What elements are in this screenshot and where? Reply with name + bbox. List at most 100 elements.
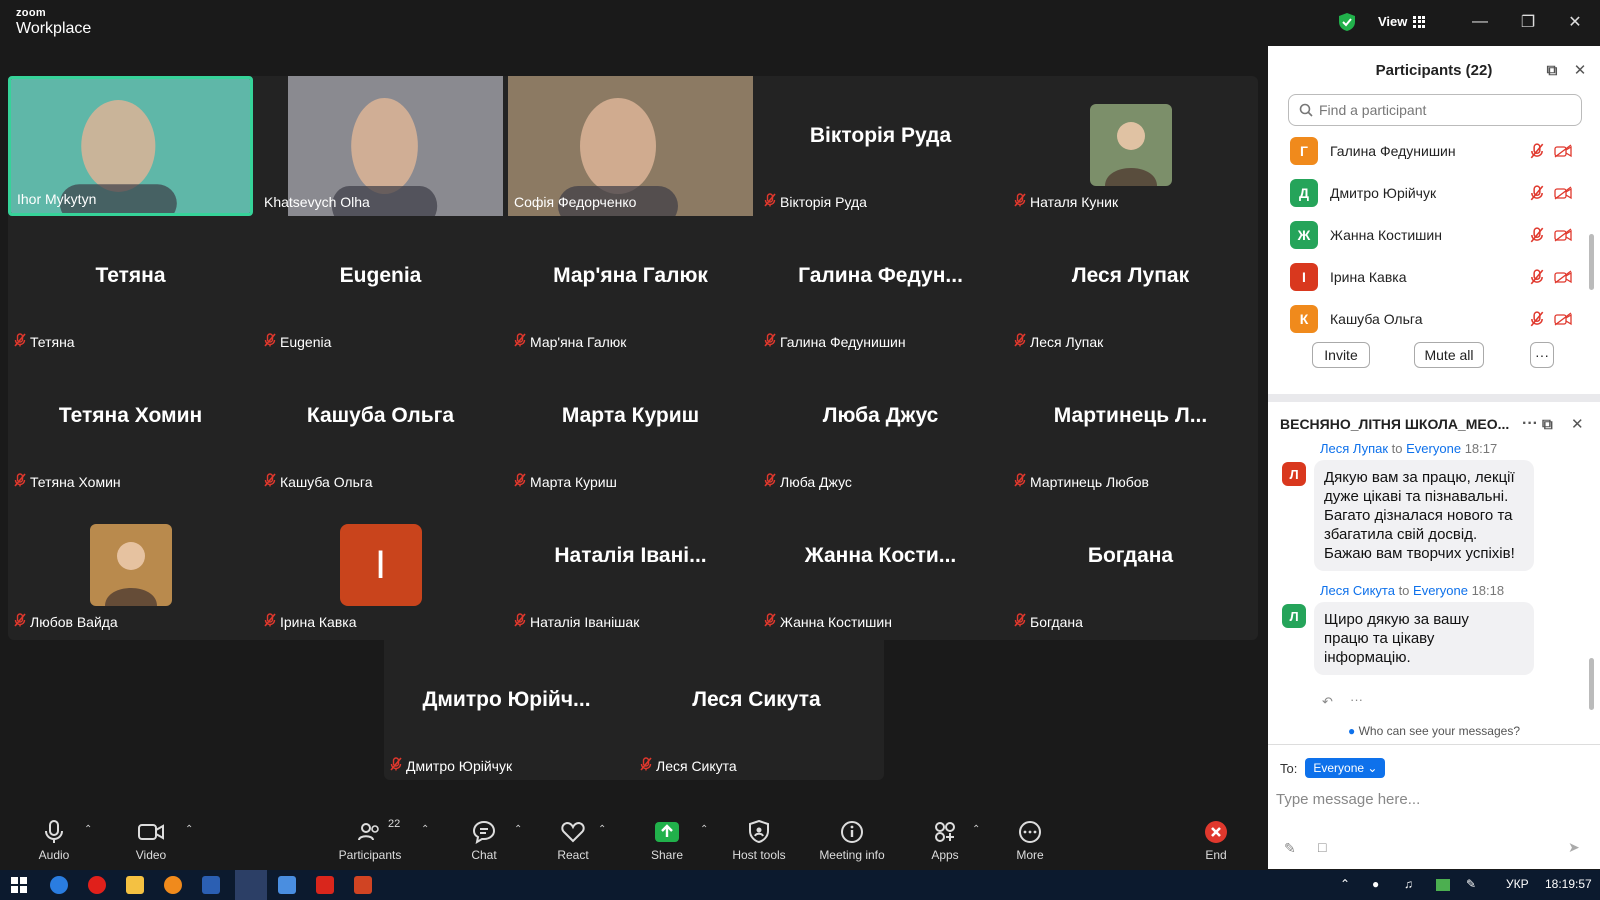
message-sender[interactable]: Леся Лупак	[1320, 441, 1388, 456]
security-shield-icon[interactable]	[1338, 12, 1356, 32]
close-window-icon[interactable]: ✕	[1563, 10, 1587, 34]
reply-icon[interactable]: ↶	[1322, 694, 1333, 710]
participant-tile[interactable]: Кашуба Ольга Кашуба Ольга	[258, 356, 503, 496]
chat-pop-out-icon[interactable]: ⧉	[1542, 416, 1553, 433]
participants-scrollbar[interactable]	[1589, 234, 1594, 290]
chat-divider	[1268, 744, 1600, 745]
opera-icon[interactable]	[88, 876, 106, 894]
participant-tile[interactable]: Дмитро Юрійч... Дмитро Юрійчук	[384, 640, 629, 780]
participant-name-label: Кашуба Ольга	[264, 473, 372, 490]
participant-tile[interactable]: Тетяна Тетяна	[8, 216, 253, 356]
participant-tile[interactable]: І Ірина Кавка	[258, 496, 503, 636]
participant-name: Ihor Mykytyn	[17, 191, 97, 207]
participant-tile[interactable]: Тетяна Хомин Тетяна Хомин	[8, 356, 253, 496]
participant-tile[interactable]: Eugenia Eugenia	[258, 216, 503, 356]
chat-scrollbar[interactable]	[1589, 658, 1594, 710]
participant-tile[interactable]: Леся Сикута Леся Сикута	[634, 640, 879, 780]
edge-icon[interactable]	[50, 876, 68, 894]
participant-display-name: Eugenia	[339, 264, 422, 287]
message-bubble[interactable]: Дякую вам за працю, лекції дуже цікаві т…	[1314, 460, 1534, 571]
participant-status	[1530, 143, 1572, 159]
message-sender[interactable]: Леся Сикута	[1320, 583, 1395, 598]
message-more-icon[interactable]: ···	[1350, 692, 1363, 707]
more-button[interactable]: More	[990, 820, 1070, 862]
recipient-select[interactable]: Everyone ⌄	[1305, 758, 1386, 778]
participant-status	[1530, 269, 1572, 285]
microphone-tray-icon[interactable]: ●	[1372, 877, 1379, 891]
format-icon[interactable]: ✎	[1284, 840, 1296, 857]
chat-header: ВЕСНЯНО_ЛІТНЯ ШКОЛА_МЕО... ··· ⧉ ✕	[1268, 404, 1600, 444]
participant-tile[interactable]: Софія Федорченко	[508, 76, 753, 216]
close-chat-icon[interactable]: ✕	[1571, 415, 1584, 433]
pdf-icon[interactable]	[316, 876, 334, 894]
pen-icon[interactable]: ✎	[1466, 877, 1476, 891]
participant-list-item[interactable]: К Кашуба Ольга	[1268, 298, 1600, 336]
participants-more-button[interactable]: ···	[1530, 342, 1554, 368]
participant-list-item[interactable]: Ж Жанна Костишин	[1268, 214, 1600, 256]
app-icon[interactable]	[164, 876, 182, 894]
view-button[interactable]: View	[1378, 14, 1426, 29]
participants-options-chevron-icon[interactable]: ⌃	[421, 824, 429, 835]
send-icon[interactable]: ➤	[1568, 839, 1580, 856]
windows-start-icon[interactable]	[10, 876, 28, 894]
word-icon[interactable]	[202, 876, 220, 894]
tray-chevron-icon[interactable]: ⌃	[1340, 877, 1350, 891]
participant-tile[interactable]: Вікторія Руда Вікторія Руда	[758, 76, 1003, 216]
invite-button[interactable]: Invite	[1312, 342, 1370, 368]
message-recipient[interactable]: Everyone	[1406, 441, 1461, 456]
meeting-info-button[interactable]: Meeting info	[812, 820, 892, 862]
participant-name: Любов Вайда	[30, 613, 118, 630]
host-tools-button[interactable]: Host tools	[719, 820, 799, 862]
video-button[interactable]: Video	[111, 820, 191, 862]
mic-muted-icon	[1014, 613, 1026, 630]
title-bar: zoom Workplace View — ❐ ✕	[0, 0, 1600, 46]
message-bubble[interactable]: Щиро дякую за вашу працю та цікаву інфор…	[1314, 602, 1534, 675]
participant-tile[interactable]: Галина Федун... Галина Федунишин	[758, 216, 1003, 356]
participant-tile[interactable]: Наталія Івані... Наталія Іванішак	[508, 496, 753, 636]
chat-more-icon[interactable]: ···	[1522, 415, 1538, 433]
audio-options-chevron-icon[interactable]: ⌃	[84, 824, 92, 835]
participant-list-item[interactable]: Д Дмитро Юрійчук	[1268, 172, 1600, 214]
participant-tile[interactable]: Мартинець Л... Мартинець Любов	[1008, 356, 1253, 496]
participant-tile[interactable]: Жанна Кости... Жанна Костишин	[758, 496, 1003, 636]
zoom-taskbar-icon[interactable]	[235, 870, 267, 900]
react-options-chevron-icon[interactable]: ⌃	[598, 824, 606, 835]
close-participants-icon[interactable]: ✕	[1570, 60, 1590, 80]
avatar: К	[1290, 305, 1318, 333]
participant-tile[interactable]: Леся Лупак Леся Лупак	[1008, 216, 1253, 356]
participant-search-input[interactable]: Find a participant	[1288, 94, 1582, 126]
apps-options-chevron-icon[interactable]: ⌃	[972, 824, 980, 835]
participant-list-item[interactable]: І Ірина Кавка	[1268, 256, 1600, 298]
participant-tile[interactable]: Khatsevych Olha	[258, 76, 503, 216]
restore-icon[interactable]: ❐	[1516, 10, 1540, 34]
language-indicator[interactable]: УКР	[1506, 877, 1529, 891]
share-button[interactable]: Share	[627, 820, 707, 862]
participant-tile[interactable]: Мар'яна Галюк Мар'яна Галюк	[508, 216, 753, 356]
participant-list-item[interactable]: Г Галина Федунишин	[1268, 130, 1600, 172]
battery-icon[interactable]	[1436, 879, 1450, 891]
file-explorer-icon[interactable]	[126, 876, 144, 894]
minimize-icon[interactable]: —	[1468, 10, 1492, 34]
end-meeting-button[interactable]: End	[1176, 820, 1256, 862]
chat-options-chevron-icon[interactable]: ⌃	[514, 824, 522, 835]
mute-all-button[interactable]: Mute all	[1414, 342, 1484, 368]
video-options-chevron-icon[interactable]: ⌃	[185, 824, 193, 835]
participant-tile[interactable]: Любов Вайда	[8, 496, 253, 636]
participant-tile[interactable]: Наталя Куник	[1008, 76, 1253, 216]
powerpoint-icon[interactable]	[354, 876, 372, 894]
message-recipient[interactable]: Everyone	[1413, 583, 1468, 598]
share-options-chevron-icon[interactable]: ⌃	[700, 824, 708, 835]
volume-icon[interactable]: ♫	[1404, 877, 1413, 891]
participant-tile[interactable]: Богдана Богдана	[1008, 496, 1253, 636]
paint-icon[interactable]	[278, 876, 296, 894]
chat-button[interactable]: Chat	[444, 820, 524, 862]
audio-button[interactable]: Audio	[14, 820, 94, 862]
pop-out-icon[interactable]: ⧉	[1542, 60, 1562, 80]
file-icon[interactable]: □	[1318, 839, 1326, 855]
participant-display-name: Марта Куриш	[561, 404, 700, 427]
message-visibility-link[interactable]: ● Who can see your messages?	[1268, 724, 1600, 738]
participant-tile[interactable]: Марта Куриш Марта Куриш	[508, 356, 753, 496]
participant-tile[interactable]: Люба Джус Люба Джус	[758, 356, 1003, 496]
message-input[interactable]: Type message here...	[1276, 791, 1420, 808]
participant-tile[interactable]: Ihor Mykytyn	[8, 76, 253, 216]
